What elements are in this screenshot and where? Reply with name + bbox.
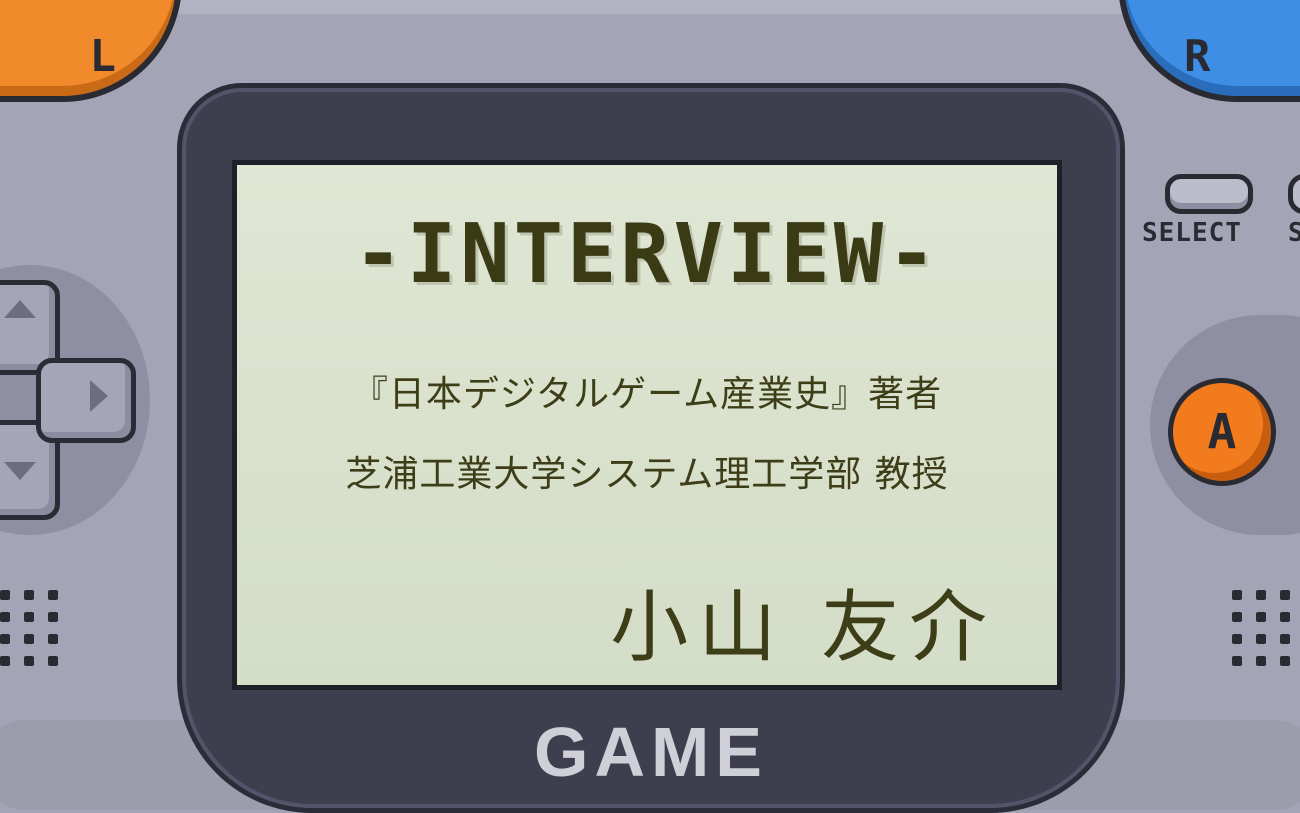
interview-title: -INTERVIEW- [353, 207, 941, 302]
screen-bezel: -INTERVIEW- 『日本デジタルゲーム産業史』著者 芝浦工業大学システム理… [182, 88, 1120, 808]
arrow-right-icon [90, 380, 108, 412]
arrow-down-icon [4, 462, 36, 480]
person-name: 小山 友介 [610, 583, 997, 673]
bezel-logo-text: GAME [534, 713, 768, 791]
speaker-grille-left [0, 590, 60, 666]
speaker-grille-right [1232, 590, 1292, 666]
start-label: S [1288, 218, 1300, 248]
dpad-right-button[interactable] [36, 358, 136, 443]
affiliation-text: 芝浦工業大学システム理工学部 教授 [345, 454, 949, 495]
lcd-screen: -INTERVIEW- 『日本デジタルゲーム産業史』著者 芝浦工業大学システム理… [232, 160, 1062, 690]
book-credit-text: 『日本デジタルゲーム産業史』著者 [351, 374, 943, 415]
arrow-up-icon [4, 300, 36, 318]
select-label: SELECT [1142, 218, 1242, 248]
shoulder-left-label: L [89, 30, 117, 82]
game-scene: L R -INTERVIEW- 『日本デジタルゲーム産業史』著者 芝浦工業大学シ… [0, 0, 1300, 813]
shoulder-right-label: R [1184, 30, 1211, 82]
select-button[interactable] [1165, 174, 1253, 214]
a-button[interactable]: A [1168, 378, 1276, 486]
